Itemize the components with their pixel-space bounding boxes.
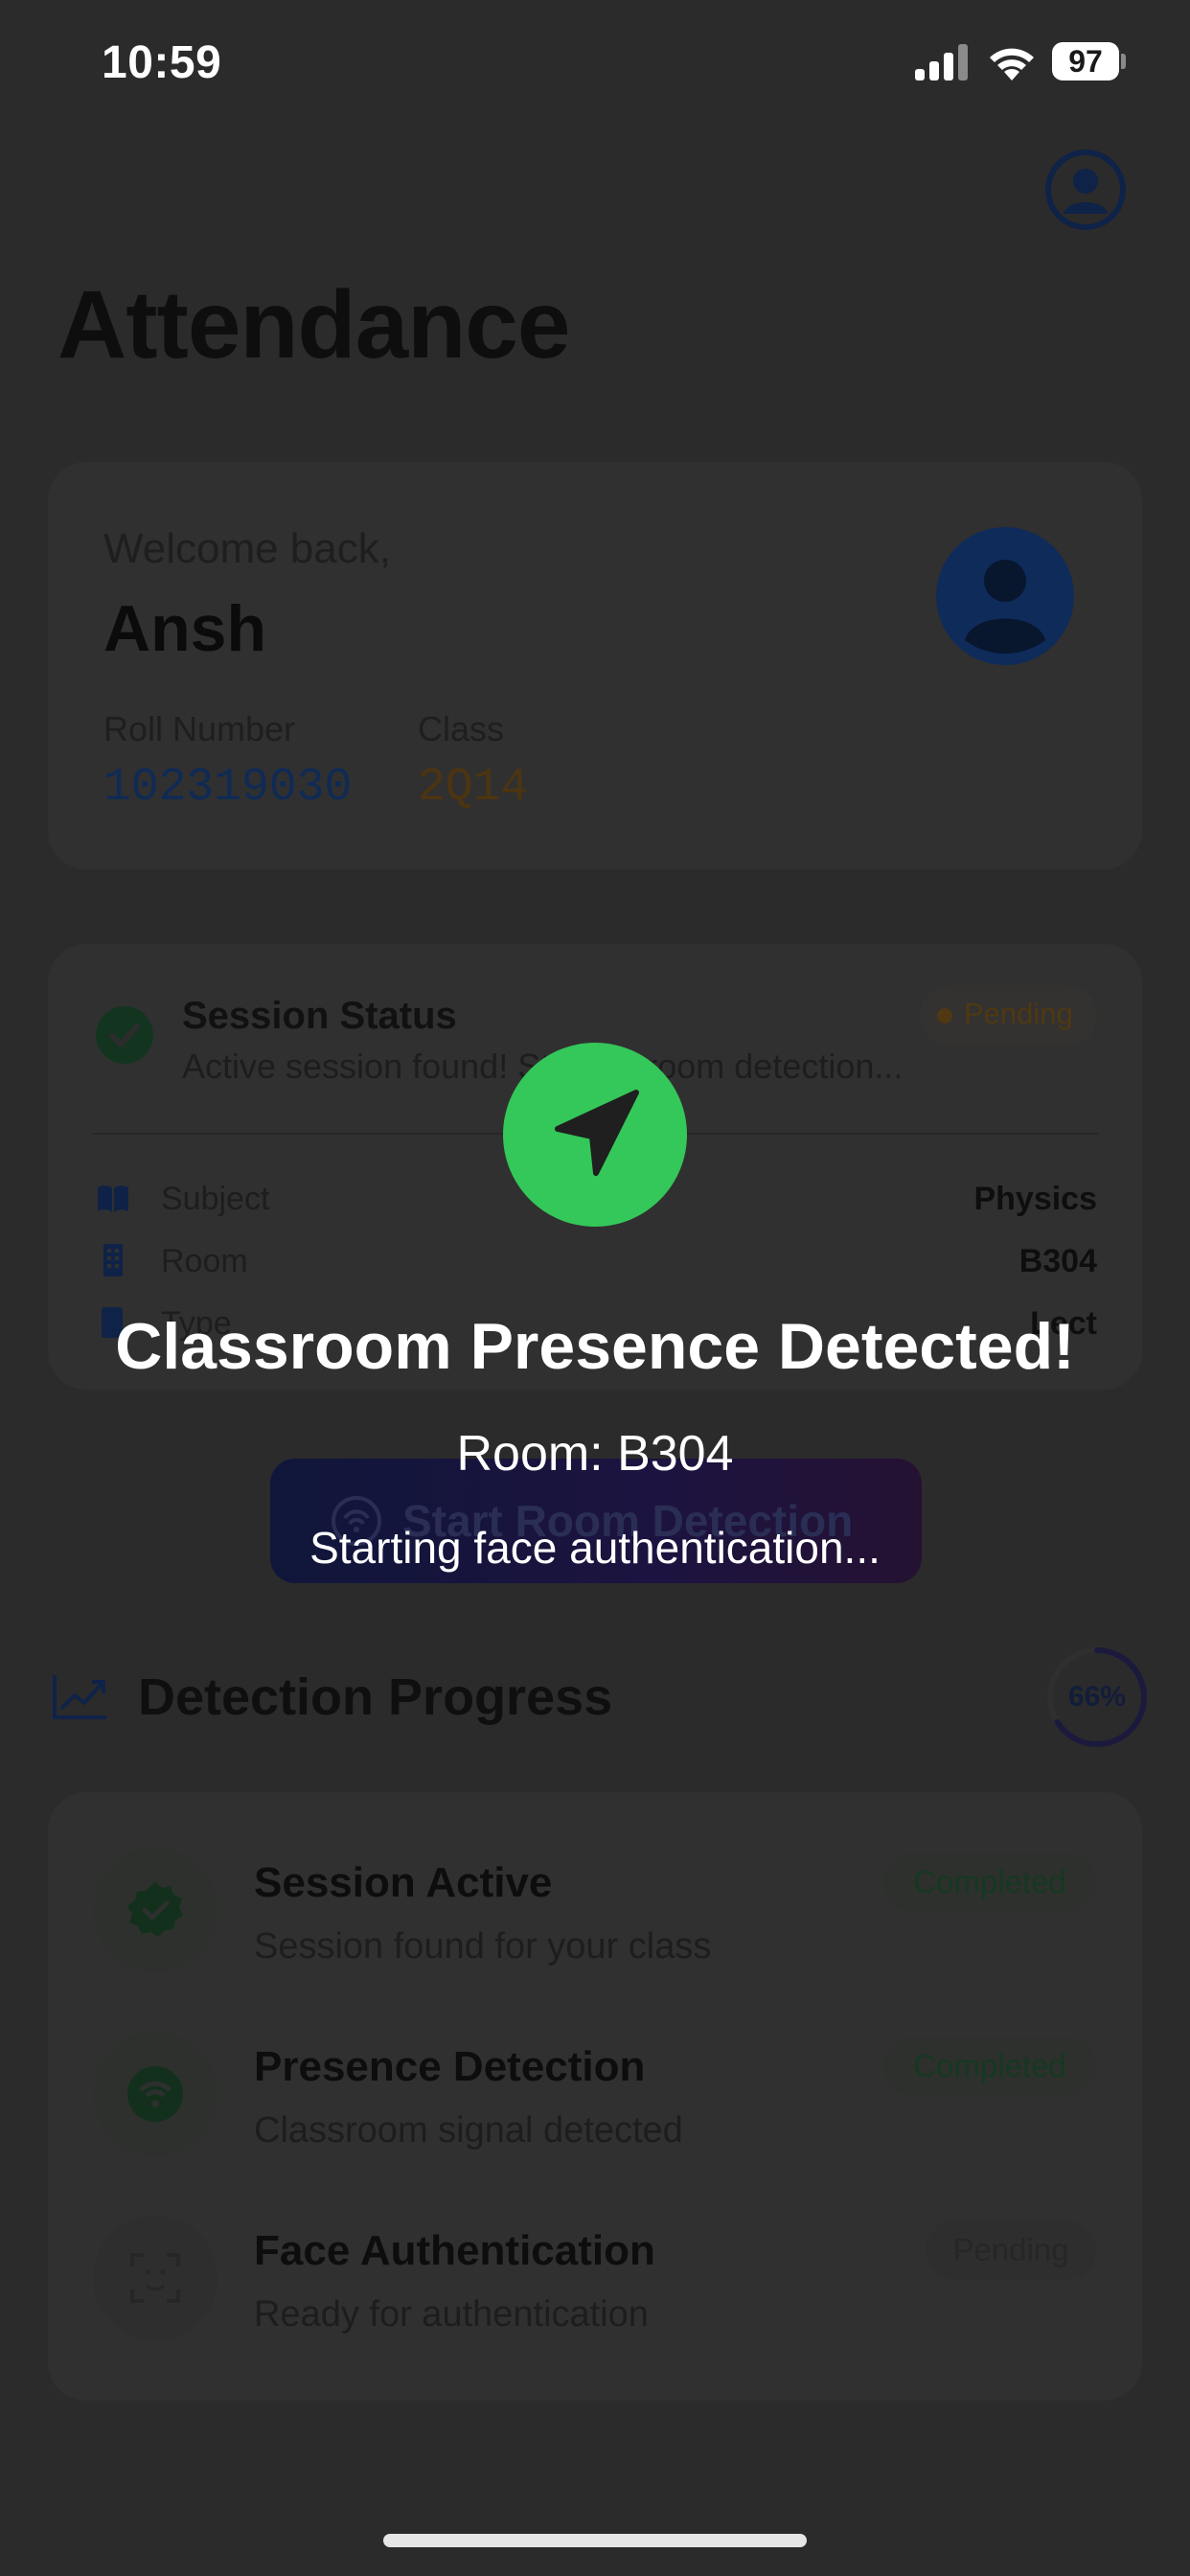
overlay-room: Room: B304 — [456, 1426, 734, 1482]
location-arrow-icon — [555, 1090, 639, 1176]
presence-detected-overlay: Classroom Presence Detected! Room: B304 … — [0, 0, 1190, 2576]
overlay-title: Classroom Presence Detected! — [115, 1310, 1075, 1383]
home-indicator[interactable] — [383, 2534, 807, 2547]
overlay-message: Starting face authentication... — [309, 1523, 881, 1573]
